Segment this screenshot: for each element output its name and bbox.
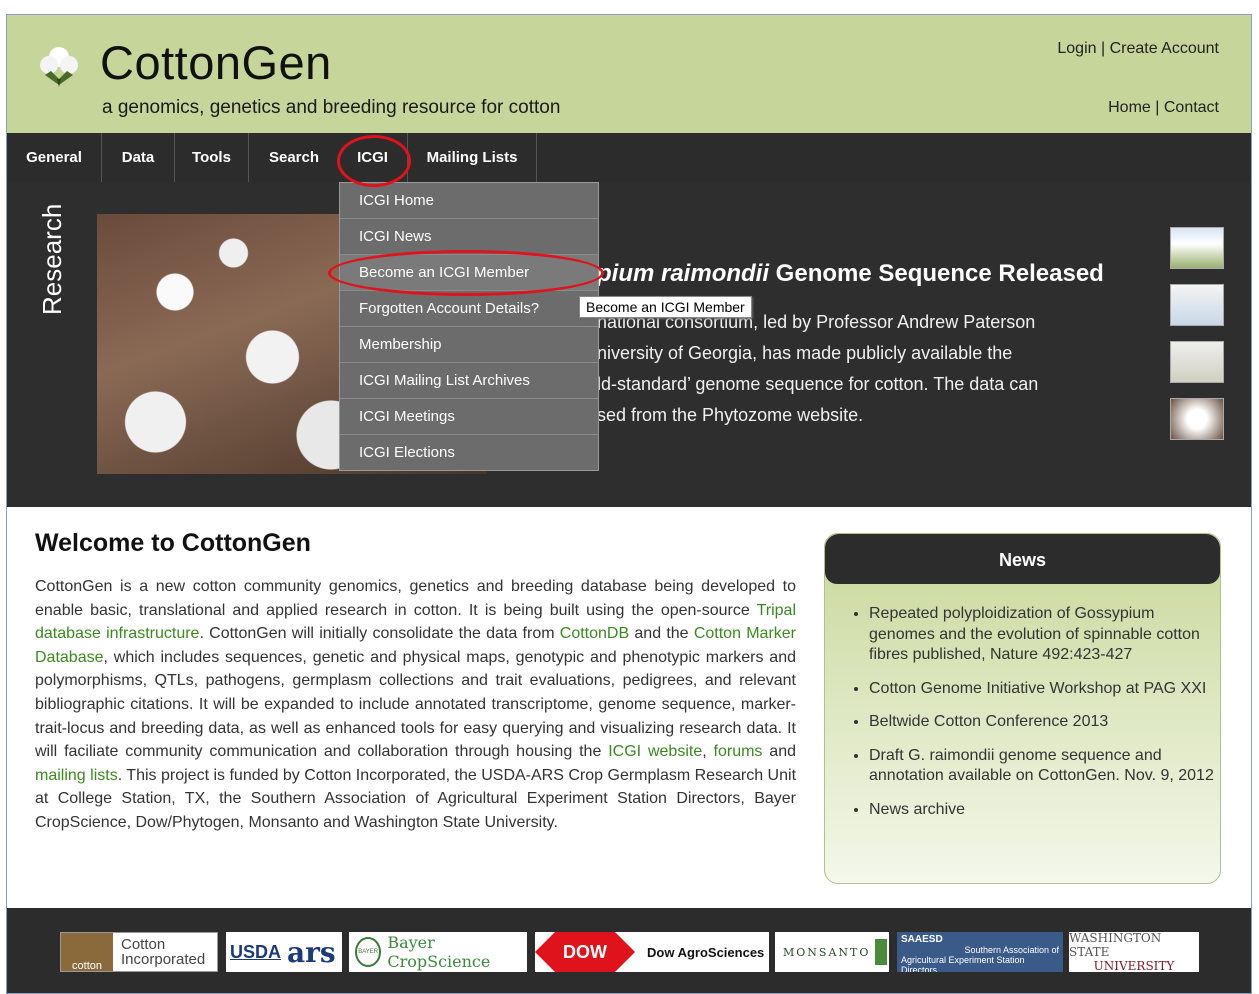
news-item[interactable]: Cotton Genome Initiative Workshop at PAG…	[869, 679, 1220, 700]
link-separator: |	[1100, 40, 1106, 57]
monsanto-leaf-icon	[875, 939, 888, 965]
utility-links: Home | Contact	[1108, 99, 1219, 117]
news-item[interactable]: Repeated polyploidization of Gossypium g…	[869, 604, 1220, 666]
news-archive-link[interactable]: News archive	[869, 800, 1220, 821]
dow-agrosciences-logo[interactable]: DOW Dow AgroSciences	[535, 932, 769, 972]
highlight-circle-become-member	[328, 250, 604, 296]
dow-agro-text: Dow AgroSciences	[647, 944, 765, 960]
icgi-dropdown-menu: ICGI Home ICGI News Become an ICGI Membe…	[339, 182, 599, 471]
news-title: News	[825, 534, 1220, 584]
saaesd-badge: SAAESD	[901, 934, 943, 945]
slide-thumbnail-3[interactable]	[1170, 341, 1224, 383]
nav-item-general[interactable]: General	[7, 133, 102, 182]
dow-diamond-icon: DOW	[535, 932, 635, 972]
link-separator: |	[1155, 99, 1160, 116]
contact-link[interactable]: Contact	[1164, 99, 1219, 116]
site-title[interactable]: CottonGen	[100, 35, 332, 90]
usda-text: USDA	[230, 941, 282, 962]
hero-text-line: ld-standard’ genome sequence for cotton.…	[597, 374, 1039, 394]
welcome-text: CottonGen is a new cotton community geno…	[35, 578, 796, 619]
cotton-inc-line: Incorporated	[121, 951, 206, 968]
usda-ars-logo[interactable]: USDA ars	[226, 932, 342, 972]
hero-headline-rest: Genome Sequence Released	[769, 260, 1104, 287]
hero-text-line: sed from the Phytozome website.	[597, 405, 864, 425]
saaesd-text: Agricultural Experiment Station Director…	[901, 955, 1025, 972]
cottondb-link[interactable]: CottonDB	[560, 625, 629, 642]
slide-thumbnail-4[interactable]	[1170, 398, 1224, 440]
mailing-lists-link[interactable]: mailing lists	[35, 767, 118, 784]
sponsor-footer: cotton Cotton Incorporated USDA ars BAYER…	[7, 908, 1251, 993]
welcome-text: and the	[629, 625, 694, 643]
create-account-link[interactable]: Create Account	[1110, 40, 1219, 57]
cotton-incorporated-logo[interactable]: cotton Cotton Incorporated	[60, 932, 218, 972]
menu-item-icgi-elections[interactable]: ICGI Elections	[340, 435, 598, 470]
monsanto-text: MONSANTO	[783, 945, 871, 959]
main-nav: General Data Tools Search ICGI Mailing L…	[7, 133, 1251, 182]
news-item[interactable]: Beltwide Cotton Conference 2013	[869, 712, 1220, 733]
nav-item-data[interactable]: Data	[102, 133, 175, 182]
forums-link[interactable]: forums	[714, 743, 763, 760]
news-list: Repeated polyploidization of Gossypium g…	[825, 604, 1220, 820]
cotton-inc-text: Cotton Incorporated	[113, 937, 205, 967]
slide-thumbnail-1[interactable]	[1170, 227, 1224, 269]
slide-thumbnail-2[interactable]	[1170, 284, 1224, 326]
menu-item-forgotten-account[interactable]: Forgotten Account Details?	[340, 291, 598, 327]
bayer-text: Bayer CropScience	[387, 933, 491, 971]
welcome-paragraph: CottonGen is a new cotton community geno…	[35, 575, 796, 835]
site-header: CottonGen a genomics, genetics and breed…	[7, 15, 1251, 133]
nav-item-tools[interactable]: Tools	[175, 133, 249, 182]
wsu-logo[interactable]: WASHINGTON STATE UNIVERSITY	[1069, 932, 1199, 972]
news-item[interactable]: Draft G. raimondii genome sequence and a…	[869, 746, 1220, 787]
tooltip: Become an ICGI Member	[579, 296, 752, 318]
account-links: Login | Create Account	[1057, 40, 1219, 58]
cotton-logo-icon[interactable]	[37, 41, 81, 87]
hero-headline-species: pium raimondii	[597, 260, 770, 287]
research-side-label: Research	[37, 203, 67, 315]
menu-item-membership[interactable]: Membership	[340, 327, 598, 363]
nav-item-search[interactable]: Search	[249, 133, 339, 182]
hero-headline[interactable]: pium raimondii Genome Sequence Released	[597, 260, 1104, 288]
welcome-text: . This project is funded by Cotton Incor…	[35, 766, 797, 831]
saaesd-text: Southern Association of	[964, 945, 1059, 955]
icgi-website-link[interactable]: ICGI website	[608, 743, 702, 760]
news-panel: News Repeated polyploidization of Gossyp…	[824, 533, 1221, 884]
cotton-inc-line: Cotton	[121, 936, 166, 953]
menu-item-mailing-archives[interactable]: ICGI Mailing List Archives	[340, 363, 598, 399]
home-link[interactable]: Home	[1108, 99, 1151, 116]
site-tagline: a genomics, genetics and breeding resour…	[102, 97, 561, 118]
monsanto-logo[interactable]: MONSANTO	[775, 932, 889, 972]
login-link[interactable]: Login	[1057, 40, 1096, 57]
wsu-text: WASHINGTON STATE	[1069, 932, 1162, 959]
bayer-cropscience-logo[interactable]: BAYER Bayer CropScience	[349, 932, 527, 972]
cotton-inc-badge: cotton	[61, 933, 113, 971]
ars-text: ars	[287, 935, 336, 969]
wsu-text: UNIVERSITY	[1093, 959, 1175, 972]
menu-item-icgi-home[interactable]: ICGI Home	[340, 183, 598, 219]
welcome-text: and	[762, 743, 796, 761]
bayer-cross-icon: BAYER	[355, 937, 382, 967]
highlight-circle-icgi	[337, 135, 411, 187]
nav-item-mailing-lists[interactable]: Mailing Lists	[407, 133, 537, 182]
hero-text-line: niversity of Georgia, has made publicly …	[597, 343, 1013, 363]
hero-slideshow: pium raimondii Genome Sequence Released …	[7, 182, 1251, 507]
welcome-text: ,	[702, 743, 714, 761]
welcome-text: . CottonGen will initially consolidate t…	[199, 625, 560, 643]
menu-item-icgi-meetings[interactable]: ICGI Meetings	[340, 399, 598, 435]
welcome-title: Welcome to CottonGen	[35, 529, 311, 557]
page-frame: CottonGen a genomics, genetics and breed…	[6, 14, 1252, 994]
hero-text: national consortium, led by Professor An…	[597, 307, 1057, 431]
saaesd-logo[interactable]: SAAESD Southern Association of Agricultu…	[897, 932, 1063, 972]
